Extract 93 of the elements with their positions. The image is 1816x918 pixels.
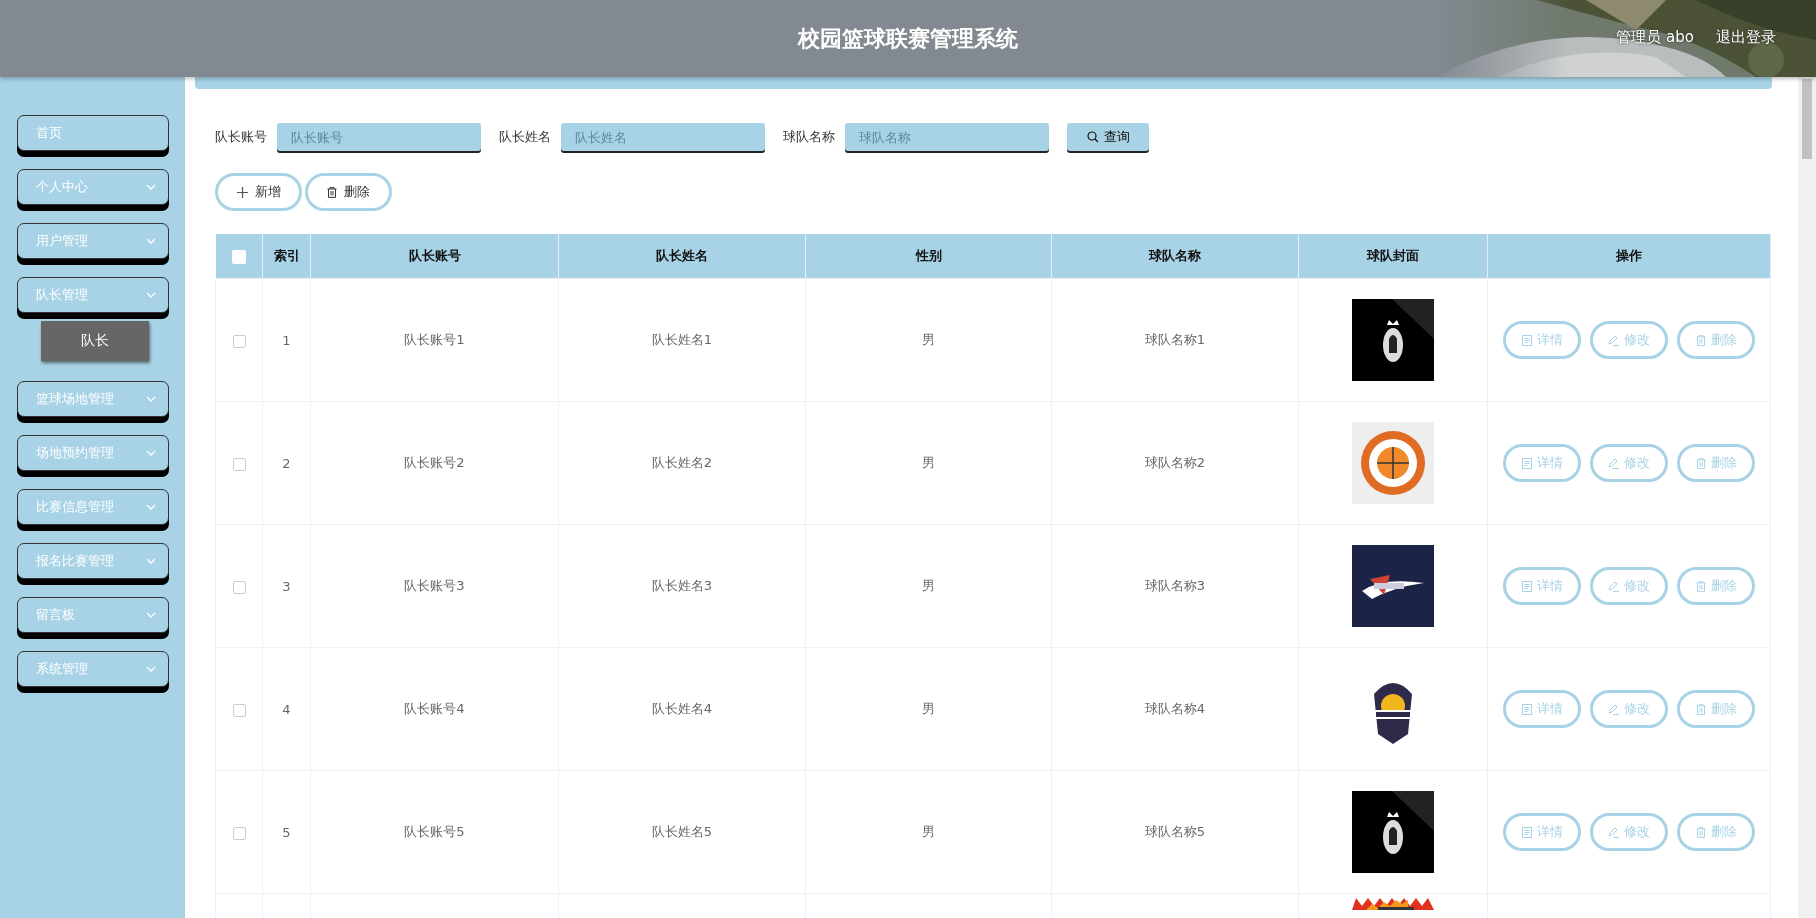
select-all-checkbox[interactable] xyxy=(231,249,246,264)
delete-button[interactable]: 删除 xyxy=(1677,321,1755,359)
edit-button[interactable]: 修改 xyxy=(1590,813,1668,851)
detail-button[interactable]: 详情 xyxy=(1503,690,1581,728)
detail-button[interactable]: 详情 xyxy=(1503,444,1581,482)
row-checkbox[interactable] xyxy=(232,580,246,594)
chevron-icon xyxy=(145,504,156,510)
row-checkbox[interactable] xyxy=(232,703,246,717)
trash-icon xyxy=(1695,703,1706,715)
edit-button[interactable]: 修改 xyxy=(1590,444,1668,482)
column-header: 索引 xyxy=(273,248,300,263)
scrollbar[interactable] xyxy=(1798,77,1816,918)
trash-icon xyxy=(1695,457,1706,469)
field-label: 球队名称 xyxy=(783,128,835,146)
document-icon xyxy=(1521,703,1532,715)
logout-link[interactable]: 退出登录 xyxy=(1716,28,1776,47)
add-button[interactable]: 新增 xyxy=(215,173,302,211)
column-header: 队长姓名 xyxy=(656,248,708,263)
trash-icon xyxy=(1695,334,1706,346)
row-checkbox[interactable] xyxy=(232,334,246,348)
table-cell: 队长账号3 xyxy=(404,578,465,593)
delete-button[interactable]: 删除 xyxy=(1677,690,1755,728)
app-title: 校园篮球联赛管理系统 xyxy=(798,24,1018,53)
table-cell: 队长账号2 xyxy=(404,455,465,470)
plus-icon xyxy=(236,186,248,198)
document-icon xyxy=(1521,580,1532,592)
table-cell: 3 xyxy=(282,578,291,594)
delete-button[interactable]: 删除 xyxy=(1677,444,1755,482)
table-cell: 球队名称3 xyxy=(1144,578,1206,593)
table-cell: 队长账号1 xyxy=(404,332,465,347)
trash-icon xyxy=(1695,826,1706,838)
table-cell: 队长账号5 xyxy=(404,824,465,839)
column-header: 球队封面 xyxy=(1367,248,1419,263)
pencil-icon xyxy=(1608,826,1619,838)
chevron-icon xyxy=(145,238,156,244)
chevron-icon xyxy=(145,450,156,456)
chevron-icon xyxy=(145,396,156,402)
row-checkbox[interactable] xyxy=(232,457,246,471)
search-icon xyxy=(1086,131,1099,143)
column-header: 球队名称 xyxy=(1149,248,1201,263)
column-header: 操作 xyxy=(1616,248,1642,263)
table-cell: 男 xyxy=(922,824,935,839)
chevron-icon xyxy=(145,184,156,190)
edit-button[interactable]: 修改 xyxy=(1590,567,1668,605)
table-cell: 男 xyxy=(922,578,935,593)
table-cell: 5 xyxy=(282,824,291,840)
search-field[interactable]: 队长账号 xyxy=(277,123,481,151)
pencil-icon xyxy=(1608,334,1619,346)
pencil-icon xyxy=(1608,703,1619,715)
detail-button[interactable]: 详情 xyxy=(1503,567,1581,605)
document-icon xyxy=(1521,826,1532,838)
detail-button[interactable]: 详情 xyxy=(1503,813,1581,851)
delete-button[interactable]: 删除 xyxy=(305,173,392,211)
chevron-icon xyxy=(145,558,156,564)
detail-button[interactable]: 详情 xyxy=(1503,321,1581,359)
table-cell: 队长姓名5 xyxy=(651,824,713,839)
edit-button[interactable]: 修改 xyxy=(1590,321,1668,359)
delete-button[interactable]: 删除 xyxy=(1677,813,1755,851)
trash-icon xyxy=(327,186,337,198)
table-cell: 2 xyxy=(282,455,291,471)
table-cell: 球队名称2 xyxy=(1144,455,1206,470)
table-cell: 队长账号4 xyxy=(404,701,465,716)
table-cell: 队长姓名3 xyxy=(651,578,713,593)
table-cell: 球队名称4 xyxy=(1144,701,1206,716)
chevron-icon xyxy=(145,666,156,672)
pencil-icon xyxy=(1608,457,1619,469)
table-cell: 队长姓名1 xyxy=(651,332,713,347)
chevron-icon xyxy=(145,612,156,618)
field-label: 队长账号 xyxy=(215,128,267,146)
row-checkbox[interactable] xyxy=(232,826,246,840)
column-header: 性别 xyxy=(915,248,942,263)
table-cell: 4 xyxy=(282,701,291,717)
delete-button[interactable]: 删除 xyxy=(1677,567,1755,605)
column-header: 队长账号 xyxy=(408,248,461,263)
search-field[interactable]: 队长姓名 xyxy=(561,123,765,151)
document-icon xyxy=(1521,334,1532,346)
table-cell: 男 xyxy=(922,701,935,716)
table-cell: 男 xyxy=(922,332,935,347)
table-cell: 队长姓名4 xyxy=(651,701,713,716)
table-cell: 球队名称5 xyxy=(1144,824,1206,839)
table-cell: 球队名称1 xyxy=(1144,332,1206,347)
search-button[interactable]: 查询 xyxy=(1067,123,1149,151)
field-label: 队长姓名 xyxy=(499,128,551,146)
edit-button[interactable]: 修改 xyxy=(1590,690,1668,728)
search-field[interactable]: 球队名称 xyxy=(845,123,1049,151)
document-icon xyxy=(1521,457,1532,469)
table-cell: 男 xyxy=(922,455,935,470)
submenu-item[interactable]: 队长 xyxy=(40,321,149,361)
trash-icon xyxy=(1695,580,1706,592)
table-cell: 队长姓名2 xyxy=(651,455,713,470)
pencil-icon xyxy=(1608,580,1619,592)
table-cell: 1 xyxy=(282,332,291,348)
chevron-icon xyxy=(145,292,156,298)
